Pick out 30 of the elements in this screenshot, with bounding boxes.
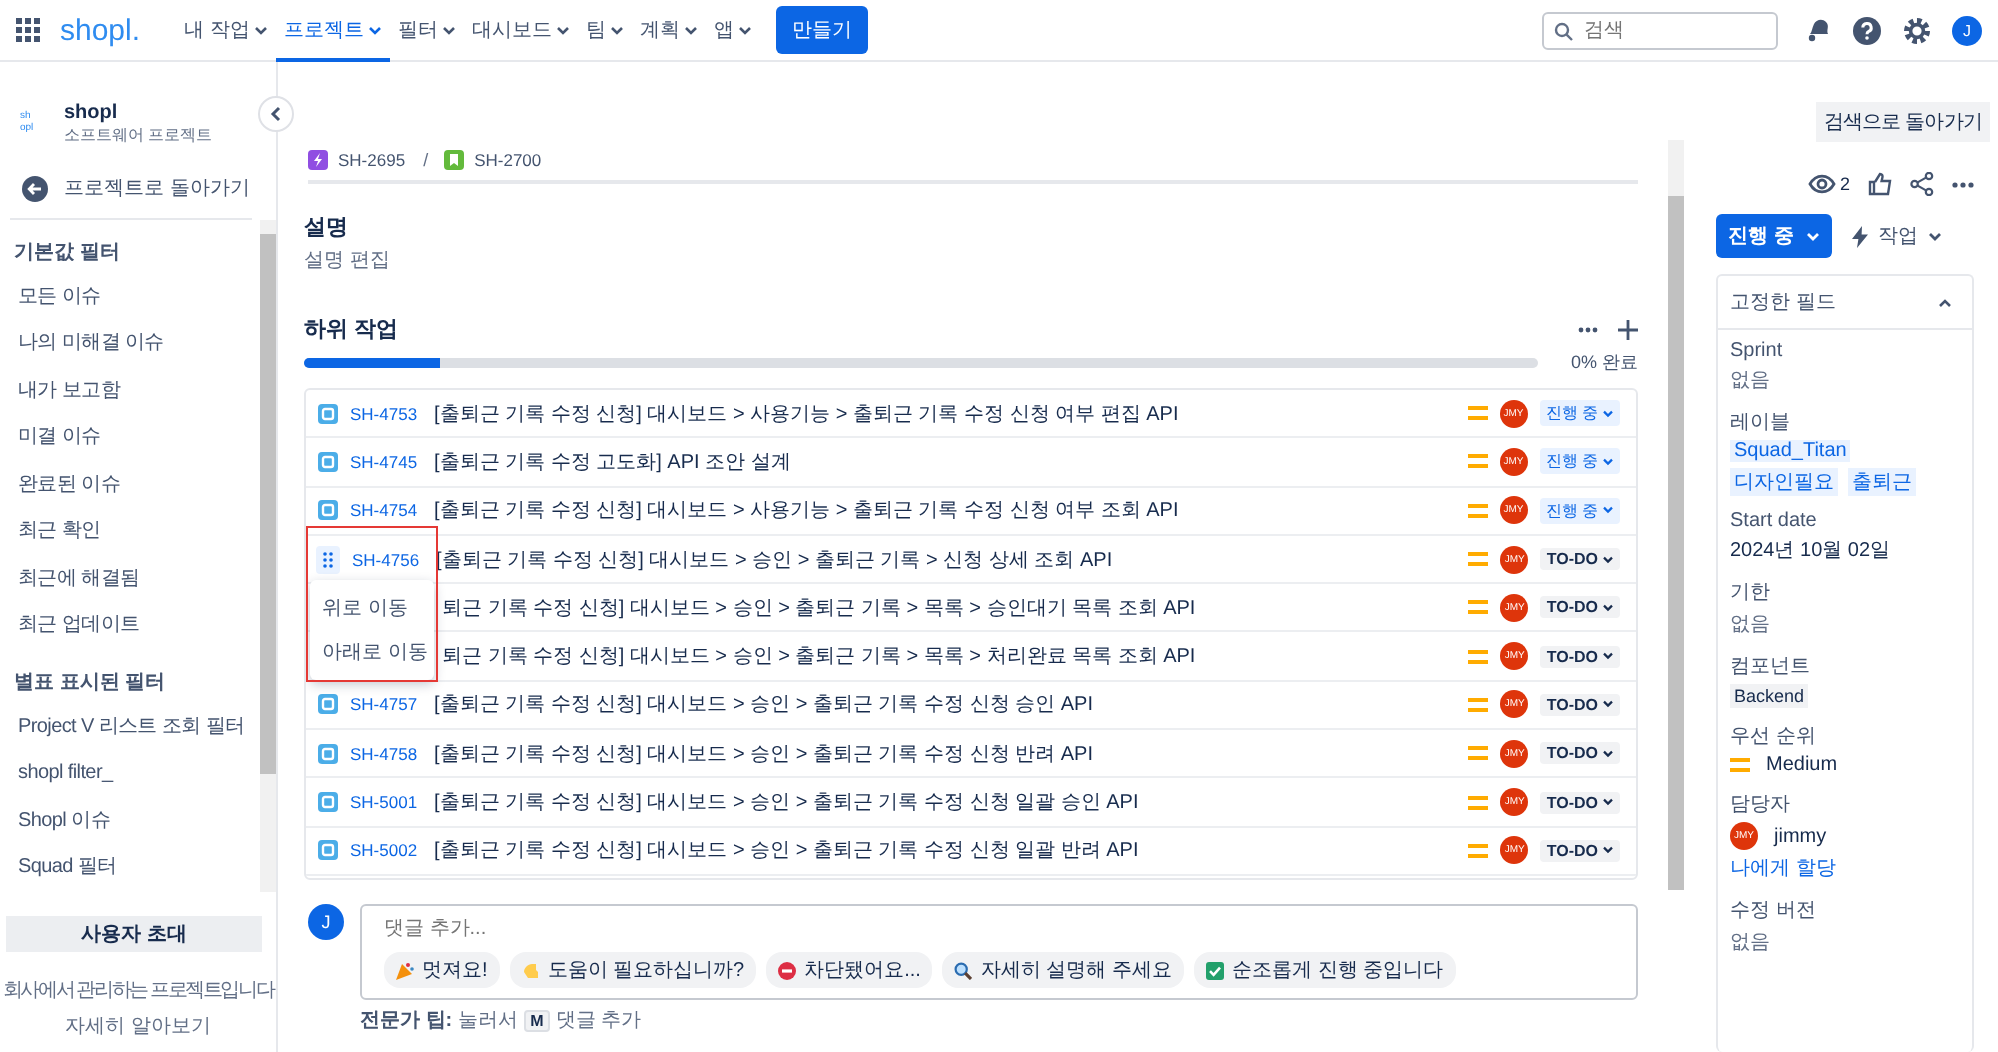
tip-text: 댓글 추가 [555, 1008, 642, 1034]
tip-text: 눌러서 [458, 1008, 519, 1034]
field-label: 기한 [1730, 580, 1770, 606]
field-value: Medium [1766, 754, 1838, 776]
project-name: shopl [64, 102, 120, 124]
footer-text: 회사에서 관리하는 프로젝트입니다 [2, 978, 274, 1004]
field-label: 우선 순위 [1730, 724, 1816, 750]
user-avatar: J [308, 904, 344, 940]
field-label: 담당자 [1730, 792, 1790, 818]
tip-label: 전문가 팁: [360, 1008, 453, 1034]
section-heading: 별표 표시된 필터 [14, 670, 168, 696]
breadcrumb-separator: / [423, 150, 429, 170]
component-tag: Backend [1730, 684, 1809, 708]
progress-label: 0% 완료 [1568, 350, 1638, 376]
field-value: 없음 [1730, 368, 1770, 394]
field-label: 레이블 [1730, 410, 1790, 436]
watcher-count: 2 [1839, 174, 1850, 194]
field-value: jimmy [1774, 825, 1827, 847]
field-label: Start date [1730, 510, 1817, 532]
field-value: 없음 [1730, 930, 1770, 956]
field-value: 2024년 10월 02일 [1730, 538, 1891, 564]
field-value: 없음 [1730, 612, 1770, 638]
section-title: 설명 [304, 214, 350, 242]
field-label: 수정 버전 [1730, 898, 1816, 924]
section-heading: 기본값 필터 [14, 240, 122, 266]
project-type: 소프트웨어 프로젝트 [64, 124, 213, 146]
section-title: 하위 작업 [304, 316, 399, 344]
keyboard-key: M [524, 1009, 550, 1031]
field-label: 컴포넌트 [1730, 654, 1810, 680]
field-label: Sprint [1730, 340, 1783, 362]
